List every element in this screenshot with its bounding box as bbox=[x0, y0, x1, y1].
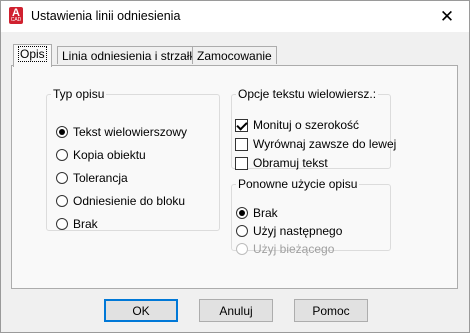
close-button[interactable]: ✕ bbox=[425, 1, 469, 32]
app-icon-sub: CAD bbox=[10, 17, 22, 23]
radio-label: Tekst wielowierszowy bbox=[73, 125, 188, 139]
checkbox-obramuj[interactable]: Obramuj tekst bbox=[235, 155, 328, 171]
tab-opis-label: Opis bbox=[18, 46, 47, 62]
ponowne-uzycie-group: Ponowne użycie opisu Brak Użyj następneg… bbox=[231, 177, 391, 256]
radio-icon bbox=[56, 149, 68, 161]
checkbox-label: Obramuj tekst bbox=[253, 156, 328, 170]
radio-label: Brak bbox=[253, 206, 278, 220]
tab-linia-odniesienia-label: Linia odniesienia i strzałka bbox=[62, 49, 203, 63]
title-bar: A CAD Ustawienia linii odniesienia ✕ bbox=[1, 1, 469, 32]
cancel-button[interactable]: Anuluj bbox=[199, 299, 273, 322]
radio-label: Użyj bieżącego bbox=[253, 242, 335, 256]
radio-label: Kopia obiektu bbox=[73, 148, 146, 162]
radio-kopia-obiektu[interactable]: Kopia obiektu bbox=[56, 147, 146, 163]
tab-zamocowanie[interactable]: Zamocowanie bbox=[192, 46, 277, 64]
opcje-tekstu-legend: Opcje tekstu wielowiersz.: bbox=[238, 87, 377, 101]
close-icon: ✕ bbox=[439, 6, 455, 26]
checkbox-monituj[interactable]: Monituj o szerokość bbox=[235, 117, 359, 133]
tab-panel-opis: Typ opisu Tekst wielowierszowy Kopia obi… bbox=[11, 65, 458, 289]
tab-opis[interactable]: Opis bbox=[13, 44, 52, 67]
checkbox-label: Wyrównaj zawsze do lewej bbox=[253, 137, 397, 151]
dialog-window: A CAD Ustawienia linii odniesienia ✕ Opi… bbox=[0, 0, 470, 333]
radio-brak[interactable]: Brak bbox=[56, 216, 98, 232]
tab-zamocowanie-label: Zamocowanie bbox=[197, 49, 272, 63]
checkbox-wyrownaj[interactable]: Wyrównaj zawsze do lewej bbox=[235, 136, 396, 152]
radio-uzyj-nastepnego[interactable]: Użyj następnego bbox=[236, 223, 342, 239]
radio-tekst-wielowierszowy[interactable]: Tekst wielowierszowy bbox=[56, 124, 187, 140]
radio-odniesienie-do-bloku[interactable]: Odniesienie do bloku bbox=[56, 193, 185, 209]
ok-button-label: OK bbox=[132, 303, 150, 318]
radio-label: Tolerancja bbox=[73, 171, 128, 185]
cancel-button-label: Anuluj bbox=[219, 303, 253, 318]
radio-checked-icon bbox=[236, 207, 248, 219]
radio-reuse-brak[interactable]: Brak bbox=[236, 205, 278, 221]
radio-icon bbox=[56, 172, 68, 184]
radio-icon bbox=[56, 195, 68, 207]
autocad-app-icon: A CAD bbox=[9, 7, 23, 24]
window-title: Ustawienia linii odniesienia bbox=[31, 9, 181, 23]
typ-opisu-legend: Typ opisu bbox=[53, 87, 105, 101]
checkbox-label: Monituj o szerokość bbox=[253, 118, 360, 132]
checkbox-icon bbox=[235, 137, 248, 151]
help-button-label: Pomoc bbox=[312, 303, 350, 318]
radio-label: Odniesienie do bloku bbox=[73, 194, 186, 208]
radio-label: Użyj następnego bbox=[253, 224, 343, 238]
radio-uzyj-biezacego[interactable]: Użyj bieżącego bbox=[236, 241, 334, 257]
tab-linia-odniesienia[interactable]: Linia odniesienia i strzałka bbox=[57, 46, 208, 64]
radio-icon bbox=[236, 225, 248, 237]
typ-opisu-group: Typ opisu Tekst wielowierszowy Kopia obi… bbox=[46, 87, 220, 231]
radio-icon bbox=[56, 218, 68, 230]
radio-disabled-icon bbox=[236, 243, 248, 255]
radio-label: Brak bbox=[73, 217, 98, 231]
help-button[interactable]: Pomoc bbox=[294, 299, 368, 322]
radio-checked-icon bbox=[56, 126, 68, 138]
opcje-tekstu-group: Opcje tekstu wielowiersz.: Monituj o sze… bbox=[231, 87, 396, 171]
radio-tolerancja[interactable]: Tolerancja bbox=[56, 170, 128, 186]
checkbox-checked-icon bbox=[235, 118, 248, 132]
checkbox-icon bbox=[235, 156, 248, 170]
ok-button[interactable]: OK bbox=[104, 299, 178, 322]
ponowne-uzycie-legend: Ponowne użycie opisu bbox=[238, 177, 358, 191]
